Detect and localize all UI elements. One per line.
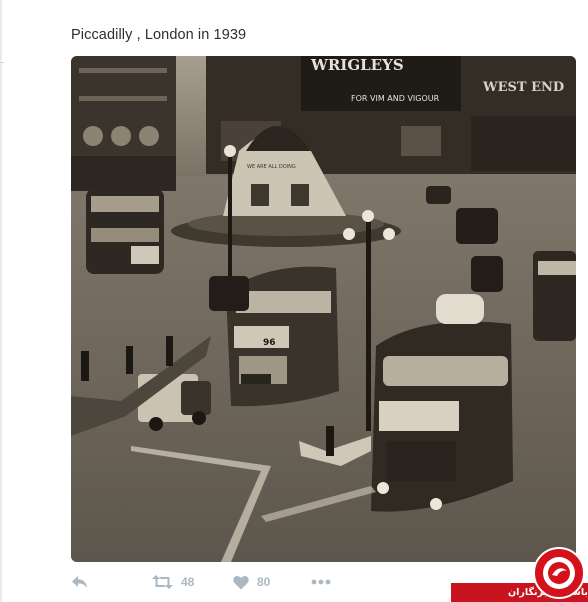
timeline-tick xyxy=(0,62,4,63)
tweet-text: Piccadilly , London in 1939 xyxy=(71,27,247,43)
heart-icon xyxy=(233,575,249,589)
bus-left xyxy=(86,189,164,274)
retweet-button[interactable]: 48 xyxy=(152,570,194,594)
piccadilly-photo: WRIGLEYS FOR VIM AND VIGOUR WEST END WE … xyxy=(71,56,576,562)
reply-button[interactable] xyxy=(71,570,89,594)
like-button[interactable]: 80 xyxy=(233,570,270,594)
svg-text:WE ARE ALL DOING: WE ARE ALL DOING xyxy=(247,164,296,170)
more-icon xyxy=(311,579,331,585)
retweet-count: 48 xyxy=(181,575,195,589)
watermark-badge: باشگاه خبرنگاران xyxy=(451,547,588,602)
tweet-photo[interactable]: WRIGLEYS FOR VIM AND VIGOUR WEST END WE … xyxy=(71,56,576,562)
like-count: 80 xyxy=(257,575,271,589)
bus-right xyxy=(371,321,513,512)
wrigleys-sign: WRIGLEYS xyxy=(310,56,404,74)
vim-sign: FOR VIM AND VIGOUR xyxy=(351,94,440,103)
logo-icon xyxy=(543,557,575,589)
bus-route-number: 96 xyxy=(263,338,276,348)
watermark-logo xyxy=(533,547,585,599)
timeline-border xyxy=(0,0,2,602)
westend-sign: WEST END xyxy=(482,80,564,95)
reply-icon xyxy=(72,576,87,588)
more-button[interactable] xyxy=(311,570,331,594)
tweet-actions: 48 80 xyxy=(71,570,391,594)
retweet-icon xyxy=(152,575,173,589)
